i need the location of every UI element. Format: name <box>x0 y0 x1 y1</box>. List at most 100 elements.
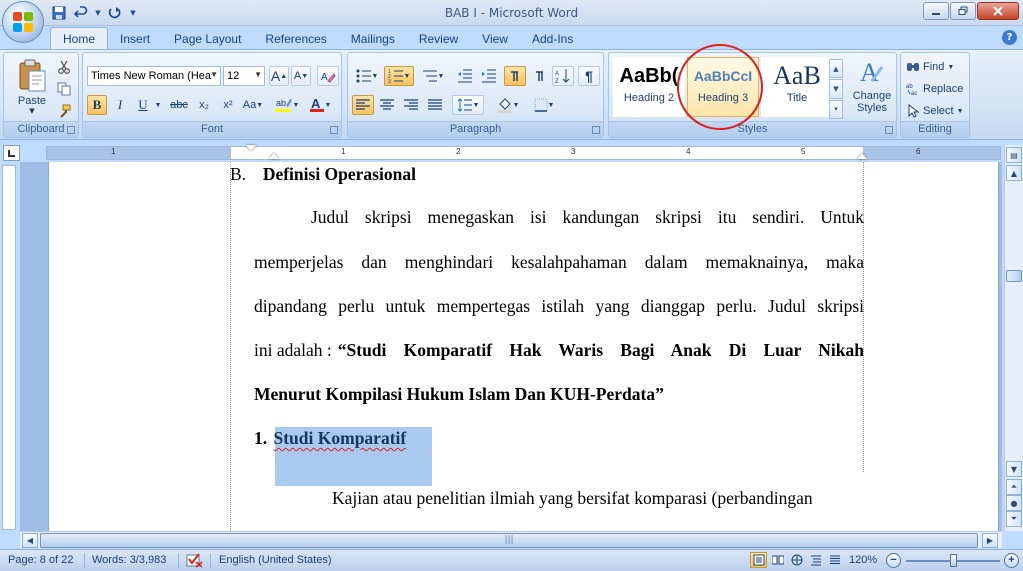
font-launcher-icon[interactable] <box>330 126 338 134</box>
superscript-button[interactable]: x² <box>217 95 239 115</box>
svg-text:A: A <box>311 97 321 111</box>
replace-button[interactable]: ab ac Replace <box>905 79 967 99</box>
vertical-ruler[interactable] <box>2 165 16 530</box>
align-left-icon[interactable] <box>352 95 374 115</box>
word-count[interactable]: Words: 3/3,983 <box>92 554 166 566</box>
rtl-text-direction-icon[interactable] <box>528 66 550 86</box>
ltr-text-direction-icon[interactable] <box>504 66 526 86</box>
tab-home[interactable]: Home <box>50 27 109 49</box>
zoom-out-button[interactable]: − <box>886 553 901 568</box>
proofing-errors-icon[interactable] <box>186 552 204 571</box>
paste-button[interactable]: Paste ▼ <box>10 57 54 119</box>
view-ruler-toggle-icon[interactable]: ▤ <box>1006 147 1022 163</box>
draft-view-icon[interactable] <box>826 552 843 568</box>
scroll-down-icon[interactable]: ▼ <box>1006 461 1022 477</box>
gallery-down-icon[interactable]: ▼ <box>829 79 843 99</box>
grow-font-button[interactable]: A ▲ <box>269 66 289 86</box>
previous-page-icon[interactable]: ⏶ <box>1006 479 1022 495</box>
strikethrough-button[interactable]: abc <box>167 95 191 115</box>
scroll-left-icon[interactable]: ◀ <box>22 533 38 548</box>
underline-dropdown-icon[interactable]: ▼ <box>153 95 163 115</box>
format-painter-icon[interactable] <box>54 101 74 121</box>
gallery-up-icon[interactable]: ▲ <box>829 59 843 79</box>
scroll-right-icon[interactable]: ▶ <box>982 533 998 548</box>
tab-selector-icon[interactable] <box>3 145 20 161</box>
underline-button[interactable]: U <box>133 95 153 115</box>
clear-formatting-icon[interactable]: A <box>317 66 339 86</box>
show-formatting-marks-icon[interactable]: ¶ <box>578 66 600 86</box>
minimize-button[interactable] <box>923 2 949 20</box>
select-label: Select <box>923 105 954 117</box>
styles-launcher-icon[interactable] <box>885 126 893 134</box>
document-page[interactable]: B. Definisi Operasional Judul skripsi me… <box>48 162 999 531</box>
style-heading-3[interactable]: AaBbCcI Heading 3 <box>687 57 759 117</box>
align-right-icon[interactable] <box>400 95 422 115</box>
font-family-combo[interactable]: Times New Roman (Hea ▼ <box>87 66 221 86</box>
align-center-icon[interactable] <box>376 95 398 115</box>
copy-icon[interactable] <box>54 79 74 99</box>
next-page-icon[interactable]: ⏷ <box>1006 511 1022 527</box>
horizontal-scroll-thumb[interactable]: ||| <box>40 533 978 548</box>
gallery-more-icon[interactable]: ▾ <box>829 99 843 119</box>
tab-insert[interactable]: Insert <box>108 28 162 49</box>
numbering-button[interactable]: 1 2 3 ▼ <box>384 66 414 86</box>
vertical-scroll-thumb[interactable] <box>1006 270 1022 282</box>
line-spacing-button[interactable]: ▼ <box>452 95 484 115</box>
shading-button[interactable]: ▼ <box>492 95 524 115</box>
tab-mailings[interactable]: Mailings <box>339 28 407 49</box>
restore-button[interactable] <box>950 2 976 20</box>
zoom-level[interactable]: 120% <box>849 554 877 566</box>
borders-button[interactable]: ▼ <box>528 95 560 115</box>
font-color-button[interactable]: A ▼ <box>305 95 335 115</box>
tab-view[interactable]: View <box>470 28 520 49</box>
italic-button[interactable]: I <box>110 95 130 115</box>
shrink-font-button[interactable]: A ▼ <box>291 66 311 86</box>
bullets-button[interactable]: ▼ <box>352 66 382 86</box>
find-button[interactable]: Find ▼ <box>905 57 967 77</box>
text-boundary-left <box>230 162 231 531</box>
print-layout-view-icon[interactable] <box>750 552 767 568</box>
hanging-indent-marker[interactable] <box>269 153 279 159</box>
tab-references[interactable]: References <box>253 28 338 49</box>
first-line-indent-marker[interactable] <box>246 145 256 151</box>
bold-button[interactable]: B <box>87 95 107 115</box>
increase-indent-icon[interactable] <box>478 66 500 86</box>
cut-icon[interactable] <box>54 57 74 77</box>
horizontal-scrollbar[interactable]: ◀ ||| ▶ <box>20 531 1002 548</box>
page-indicator[interactable]: Page: 8 of 22 <box>8 554 73 566</box>
help-icon[interactable]: ? <box>1002 30 1017 45</box>
subscript-button[interactable]: x₂ <box>193 95 215 115</box>
web-layout-view-icon[interactable] <box>788 552 805 568</box>
paragraph-launcher-icon[interactable] <box>592 126 600 134</box>
change-styles-button[interactable]: A Change Styles <box>849 57 895 119</box>
change-case-button[interactable]: Aa ▼ <box>241 95 265 115</box>
multilevel-list-button[interactable]: ▼ <box>418 66 448 86</box>
justify-icon[interactable] <box>424 95 446 115</box>
tab-add-ins[interactable]: Add-Ins <box>520 28 585 49</box>
close-button[interactable] <box>977 2 1019 20</box>
clipboard-launcher-icon[interactable] <box>67 126 75 134</box>
highlight-button[interactable]: ab ▼ <box>273 95 301 115</box>
tab-page-layout[interactable]: Page Layout <box>162 28 253 49</box>
horizontal-ruler[interactable]: 1 1 2 3 4 5 6 <box>46 145 1001 160</box>
right-indent-marker[interactable] <box>857 153 867 159</box>
zoom-in-button[interactable]: + <box>1004 553 1019 568</box>
zoom-slider-thumb[interactable] <box>950 554 957 567</box>
style-heading-2[interactable]: AaBb( Heading 2 <box>613 57 685 117</box>
outline-view-icon[interactable] <box>807 552 824 568</box>
style-title[interactable]: AaB Title <box>761 57 833 117</box>
full-screen-reading-view-icon[interactable] <box>769 552 786 568</box>
scroll-up-icon[interactable]: ▲ <box>1006 165 1022 181</box>
select-browse-object-icon[interactable]: ● <box>1006 495 1022 511</box>
find-dropdown-icon: ▼ <box>947 63 955 71</box>
select-button[interactable]: Select ▼ <box>905 101 967 121</box>
vertical-scrollbar[interactable]: ▤ ▲ ▼ ⏶ ● ⏷ <box>1004 145 1023 531</box>
office-button[interactable] <box>2 1 44 43</box>
font-size-combo[interactable]: 12 ▼ <box>223 66 265 86</box>
language-indicator[interactable]: English (United States) <box>219 554 332 566</box>
svg-text:ab: ab <box>906 84 913 90</box>
sort-icon[interactable]: AZ <box>552 66 574 86</box>
decrease-indent-icon[interactable] <box>454 66 476 86</box>
font-group-label: Font <box>83 121 341 137</box>
tab-review[interactable]: Review <box>407 28 470 49</box>
